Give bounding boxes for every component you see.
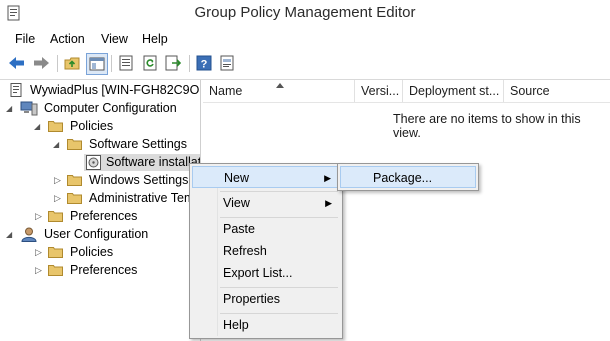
show-hide-tree-icon[interactable] [86,53,108,75]
expand-icon[interactable]: ▷ [35,244,42,261]
tree-pane: WywiadPlus [WIN-FGH82C9OSJ ◢ Computer Co… [0,80,201,341]
context-menu-properties[interactable]: Properties [192,288,340,310]
menu-action[interactable]: Action [50,32,85,46]
tree-label: Preferences [70,263,138,277]
export-icon[interactable] [164,54,182,72]
tree-label: Computer Configuration [44,101,177,115]
toolbar: ? [0,51,610,78]
folder-icon [48,265,63,276]
menu-item-label: New [224,171,250,185]
column-header-label: Versi... [361,84,400,98]
forward-icon[interactable] [32,54,50,72]
menu-item-label: Properties [223,292,280,306]
submenu-package[interactable]: Package... [340,166,476,188]
title-bar: Group Policy Management Editor [0,0,610,27]
expand-icon[interactable]: ▷ [35,262,42,279]
software-installation-icon [86,155,101,170]
expand-icon[interactable]: ▷ [54,190,61,207]
menu-view[interactable]: View [101,32,128,46]
expand-icon[interactable]: ▷ [54,172,61,189]
expand-icon[interactable]: ▷ [35,208,42,225]
collapse-icon[interactable]: ◢ [6,100,12,117]
tree-label: User Configuration [44,227,149,241]
empty-list-message: There are no items to show in this view. [393,112,581,140]
toolbar-separator [189,55,190,72]
column-header-deployment-state[interactable]: Deployment st... [403,80,504,102]
back-icon[interactable] [8,54,26,72]
tree-label: Software Settings [89,137,187,151]
toolbar-separator [111,55,112,72]
toolbar-separator [57,55,58,72]
column-header-source[interactable]: Source [504,80,610,102]
properties-icon[interactable] [218,54,236,72]
tree-label: Administrative Tem [89,191,195,205]
policy-document-icon [10,83,22,97]
column-header-label: Deployment st... [409,84,500,98]
tree-label: WywiadPlus [WIN-FGH82C9OSJ [30,83,201,97]
submenu-arrow-icon: ▶ [324,173,331,183]
window-title: Group Policy Management Editor [194,4,416,21]
export-list-icon[interactable] [117,54,135,72]
menu-help[interactable]: Help [142,32,168,46]
submenu-arrow-icon: ▶ [325,198,332,208]
folder-icon [67,193,82,204]
sort-ascending-icon [276,83,284,88]
svg-text:?: ? [201,59,208,71]
collapse-icon[interactable]: ◢ [53,136,59,153]
context-menu-paste[interactable]: Paste [192,218,340,240]
menu-bar: File Action View Help [0,30,610,50]
context-menu-view[interactable]: View ▶ [192,192,340,214]
folder-icon [48,211,63,222]
context-menu: New ▶ View ▶ Paste Refresh Export List..… [189,163,343,339]
tree-label: Policies [70,245,114,259]
column-header-label: Source [510,84,550,98]
folder-icon [48,121,63,132]
folder-icon [67,139,82,150]
menu-file[interactable]: File [15,32,35,46]
menu-item-label: Package... [373,171,433,185]
user-icon [21,227,37,242]
folder-icon [67,175,82,186]
collapse-icon[interactable]: ◢ [6,226,12,243]
tree-node-software-installation[interactable]: Software installat [84,154,200,171]
computer-icon [20,101,38,116]
column-header-label: Name [209,84,243,98]
menu-item-label: Help [223,318,249,332]
up-folder-icon[interactable] [63,54,81,72]
tree-label: Policies [70,119,114,133]
new-submenu: Package... [337,163,479,191]
column-header-version[interactable]: Versi... [355,80,403,102]
tree-label: Software installat [106,155,201,169]
menu-item-label: Refresh [223,244,267,258]
menu-item-label: View [223,196,250,210]
collapse-icon[interactable]: ◢ [34,118,40,135]
menu-item-label: Export List... [223,266,293,280]
menu-item-label: Paste [223,222,255,236]
help-icon[interactable]: ? [195,54,213,72]
context-menu-help[interactable]: Help [192,314,340,336]
context-menu-refresh[interactable]: Refresh [192,240,340,262]
tree-label: Preferences [70,209,138,223]
tree-label: Windows Settings [89,173,189,187]
refresh-icon[interactable] [141,54,159,72]
context-menu-new[interactable]: New ▶ [192,166,340,188]
context-menu-export-list[interactable]: Export List... [192,262,340,284]
folder-icon [48,247,63,258]
